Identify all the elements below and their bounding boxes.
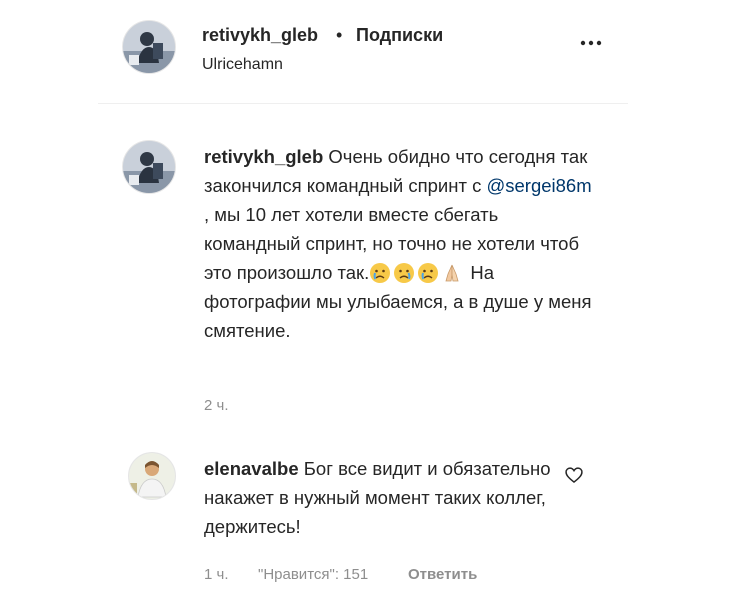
comment-likes-count[interactable]: "Нравится": 151 (258, 566, 368, 583)
avatar[interactable] (122, 20, 176, 74)
header-divider (98, 103, 628, 104)
comment-timestamp[interactable]: 2 ч. (204, 397, 229, 414)
folded-hands-emoji (441, 262, 463, 284)
following-button[interactable]: Подписки (356, 25, 443, 46)
comment-avatar[interactable] (122, 140, 176, 194)
avatar-photo-icon (123, 141, 175, 193)
crying-face-emoji (393, 262, 415, 284)
avatar-photo-icon (123, 21, 175, 73)
post-author-username[interactable]: retivykh_gleb (202, 25, 318, 46)
mention-link[interactable]: @sergei86m (486, 175, 591, 196)
separator-dot: • (336, 25, 343, 45)
comment-username[interactable]: elenavalbe (204, 458, 299, 479)
crying-face-emoji (369, 262, 391, 284)
like-comment-button[interactable] (564, 465, 584, 485)
caption-comment: retivykh_gleb Очень обидно что сегодня т… (204, 142, 599, 345)
comment-avatar[interactable] (128, 452, 176, 500)
heart-outline-icon (565, 467, 583, 484)
comment: elenavalbe Бог все видит и обязательно н… (204, 454, 574, 541)
comment-text: , мы 10 лет хотели вместе сбегать команд… (204, 204, 580, 283)
comment-timestamp[interactable]: 1 ч. (204, 566, 229, 583)
more-horizontal-icon (580, 40, 602, 46)
more-options-button[interactable] (576, 28, 606, 58)
comment-username[interactable]: retivykh_gleb (204, 146, 323, 167)
avatar-photo-icon (129, 453, 175, 499)
post-header: retivykh_gleb • Подписки Ulricehamn (98, 0, 628, 102)
reply-button[interactable]: Ответить (408, 566, 477, 583)
post-location[interactable]: Ulricehamn (202, 56, 283, 74)
crying-face-emoji (417, 262, 439, 284)
post-comments-panel: retivykh_gleb • Подписки Ulricehamn reti… (98, 0, 628, 609)
